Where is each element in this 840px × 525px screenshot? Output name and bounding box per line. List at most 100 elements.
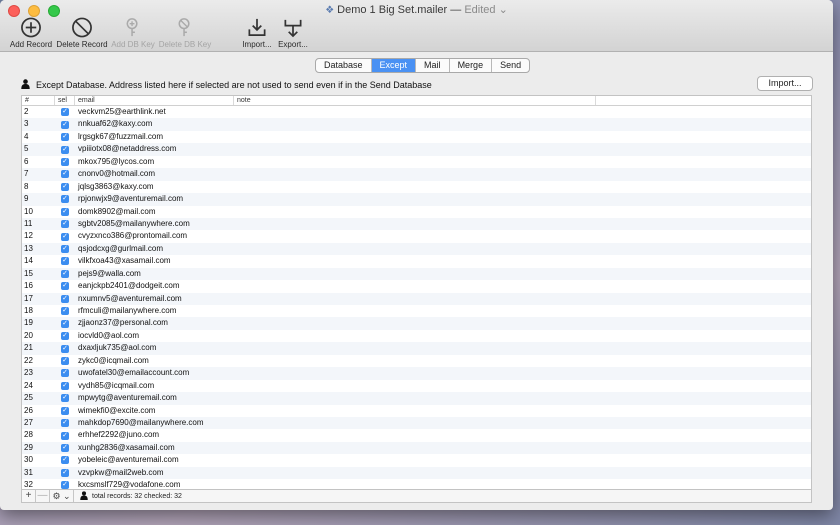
table-row[interactable]: 12 ✓ cvyzxnco386@prontomail.com — [22, 230, 811, 242]
row-checkbox[interactable]: ✓ — [61, 207, 69, 216]
row-email[interactable]: cnonv0@hotmail.com — [75, 168, 234, 180]
gear-menu-button[interactable]: ⚙ ⌄ — [50, 490, 74, 502]
row-email[interactable]: wimekfi0@excite.com — [75, 405, 234, 417]
row-email[interactable]: zykc0@icqmail.com — [75, 355, 234, 367]
table-row[interactable]: 22 ✓ zykc0@icqmail.com — [22, 355, 811, 367]
row-email[interactable]: qsjodcxg@gurlmail.com — [75, 243, 234, 255]
row-note[interactable] — [234, 317, 596, 329]
row-note[interactable] — [234, 442, 596, 454]
row-checkbox[interactable]: ✓ — [61, 394, 69, 403]
row-checkbox[interactable]: ✓ — [61, 481, 69, 490]
row-note[interactable] — [234, 405, 596, 417]
table-row[interactable]: 23 ✓ uwofatel30@emailaccount.com — [22, 367, 811, 380]
row-note[interactable] — [234, 131, 596, 143]
add-row-button[interactable]: + — [22, 490, 36, 502]
row-note[interactable] — [234, 230, 596, 242]
table-row[interactable]: 28 ✓ erhhef2292@juno.com — [22, 429, 811, 441]
table-row[interactable]: 16 ✓ eanjckpb2401@dodgeit.com — [22, 280, 811, 292]
row-email[interactable]: vzvpkw@mail2web.com — [75, 467, 234, 479]
row-note[interactable] — [234, 143, 596, 155]
table-row[interactable]: 4 ✓ lrgsgk67@fuzzmail.com — [22, 131, 811, 143]
column-header-note[interactable]: note — [234, 96, 596, 105]
row-checkbox[interactable]: ✓ — [61, 431, 69, 440]
add-db-key-button[interactable]: Add DB Key — [110, 17, 156, 49]
row-email[interactable]: rfmculi@mailanywhere.com — [75, 305, 234, 317]
row-email[interactable]: eanjckpb2401@dodgeit.com — [75, 280, 234, 292]
row-email[interactable]: dxaxljuk735@aol.com — [75, 342, 234, 354]
row-note[interactable] — [234, 206, 596, 218]
row-note[interactable] — [234, 467, 596, 479]
row-note[interactable] — [234, 380, 596, 392]
row-note[interactable] — [234, 342, 596, 354]
row-email[interactable]: erhhef2292@juno.com — [75, 429, 234, 441]
table-row[interactable]: 8 ✓ jqlsg3863@kaxy.com — [22, 181, 811, 193]
row-checkbox[interactable]: ✓ — [61, 182, 69, 191]
row-note[interactable] — [234, 305, 596, 317]
row-checkbox[interactable]: ✓ — [61, 332, 69, 341]
row-checkbox[interactable]: ✓ — [61, 245, 69, 254]
row-note[interactable] — [234, 429, 596, 441]
row-checkbox[interactable]: ✓ — [61, 145, 69, 154]
table-row[interactable]: 26 ✓ wimekfi0@excite.com — [22, 405, 811, 417]
row-checkbox[interactable]: ✓ — [61, 195, 69, 204]
column-header-email[interactable]: email — [75, 96, 234, 105]
row-email[interactable]: iocvld0@aol.com — [75, 330, 234, 342]
row-email[interactable]: uwofatel30@emailaccount.com — [75, 367, 234, 379]
chevron-down-icon[interactable]: ⌄ — [496, 4, 508, 16]
row-note[interactable] — [234, 293, 596, 305]
row-note[interactable] — [234, 118, 596, 130]
row-checkbox[interactable]: ✓ — [61, 419, 69, 428]
row-email[interactable]: cvyzxnco386@prontomail.com — [75, 230, 234, 242]
row-note[interactable] — [234, 417, 596, 429]
remove-row-button[interactable]: — — [36, 490, 50, 502]
add-record-button[interactable]: Add Record — [8, 17, 54, 49]
row-checkbox[interactable]: ✓ — [61, 307, 69, 316]
row-note[interactable] — [234, 280, 596, 292]
row-note[interactable] — [234, 243, 596, 255]
row-note[interactable] — [234, 168, 596, 180]
row-checkbox[interactable]: ✓ — [61, 282, 69, 291]
table-row[interactable]: 31 ✓ vzvpkw@mail2web.com — [22, 466, 811, 480]
row-checkbox[interactable]: ✓ — [61, 157, 69, 166]
row-note[interactable] — [234, 181, 596, 193]
row-checkbox[interactable]: ✓ — [61, 456, 69, 465]
table-row[interactable]: 14 ✓ vilkfxoa43@xasamail.com — [22, 255, 811, 267]
row-email[interactable]: jqlsg3863@kaxy.com — [75, 181, 234, 193]
row-email[interactable]: vpiiiotx08@netaddress.com — [75, 143, 234, 155]
row-checkbox[interactable]: ✓ — [61, 120, 69, 129]
row-email[interactable]: nnkuaf62@kaxy.com — [75, 118, 234, 130]
row-note[interactable] — [234, 255, 596, 267]
import-button[interactable]: Import... — [757, 76, 813, 91]
row-email[interactable]: domk8902@mail.com — [75, 206, 234, 218]
row-email[interactable]: vilkfxoa43@xasamail.com — [75, 255, 234, 267]
table-row[interactable]: 30 ✓ yobeleic@aventuremail.com — [22, 454, 811, 466]
row-note[interactable] — [234, 355, 596, 367]
row-email[interactable]: yobeleic@aventuremail.com — [75, 454, 234, 466]
row-checkbox[interactable]: ✓ — [61, 133, 69, 142]
tab-mail[interactable]: Mail — [416, 59, 450, 72]
row-checkbox[interactable]: ✓ — [61, 232, 69, 241]
row-note[interactable] — [234, 106, 596, 118]
table-row[interactable]: 7 ✓ cnonv0@hotmail.com — [22, 168, 811, 181]
export-toolbar-button[interactable]: Export... — [276, 17, 310, 49]
row-checkbox[interactable]: ✓ — [61, 381, 69, 390]
row-checkbox[interactable]: ✓ — [61, 369, 69, 378]
row-checkbox[interactable]: ✓ — [61, 406, 69, 415]
table-row[interactable]: 19 ✓ zjjaonz37@personal.com — [22, 317, 811, 330]
edited-status[interactable]: Edited — [464, 4, 495, 16]
delete-db-key-button[interactable]: Delete DB Key — [158, 17, 212, 49]
row-note[interactable] — [234, 156, 596, 168]
row-email[interactable]: veckvm25@earthlink.net — [75, 106, 234, 118]
tab-send[interactable]: Send — [492, 59, 529, 72]
table-row[interactable]: 25 ✓ mpwytg@aventuremail.com — [22, 392, 811, 405]
row-email[interactable]: pejs9@walla.com — [75, 268, 234, 280]
tab-database[interactable]: Database — [316, 59, 372, 72]
row-email[interactable]: lrgsgk67@fuzzmail.com — [75, 131, 234, 143]
table-row[interactable]: 29 ✓ xunhg2836@xasamail.com — [22, 441, 811, 455]
row-email[interactable]: mpwytg@aventuremail.com — [75, 392, 234, 404]
table-row[interactable]: 10 ✓ domk8902@mail.com — [22, 206, 811, 218]
table-row[interactable]: 2 ✓ veckvm25@earthlink.net — [22, 106, 811, 118]
row-checkbox[interactable]: ✓ — [61, 468, 69, 477]
row-checkbox[interactable]: ✓ — [61, 444, 69, 453]
row-email[interactable]: vydh85@icqmail.com — [75, 380, 234, 392]
